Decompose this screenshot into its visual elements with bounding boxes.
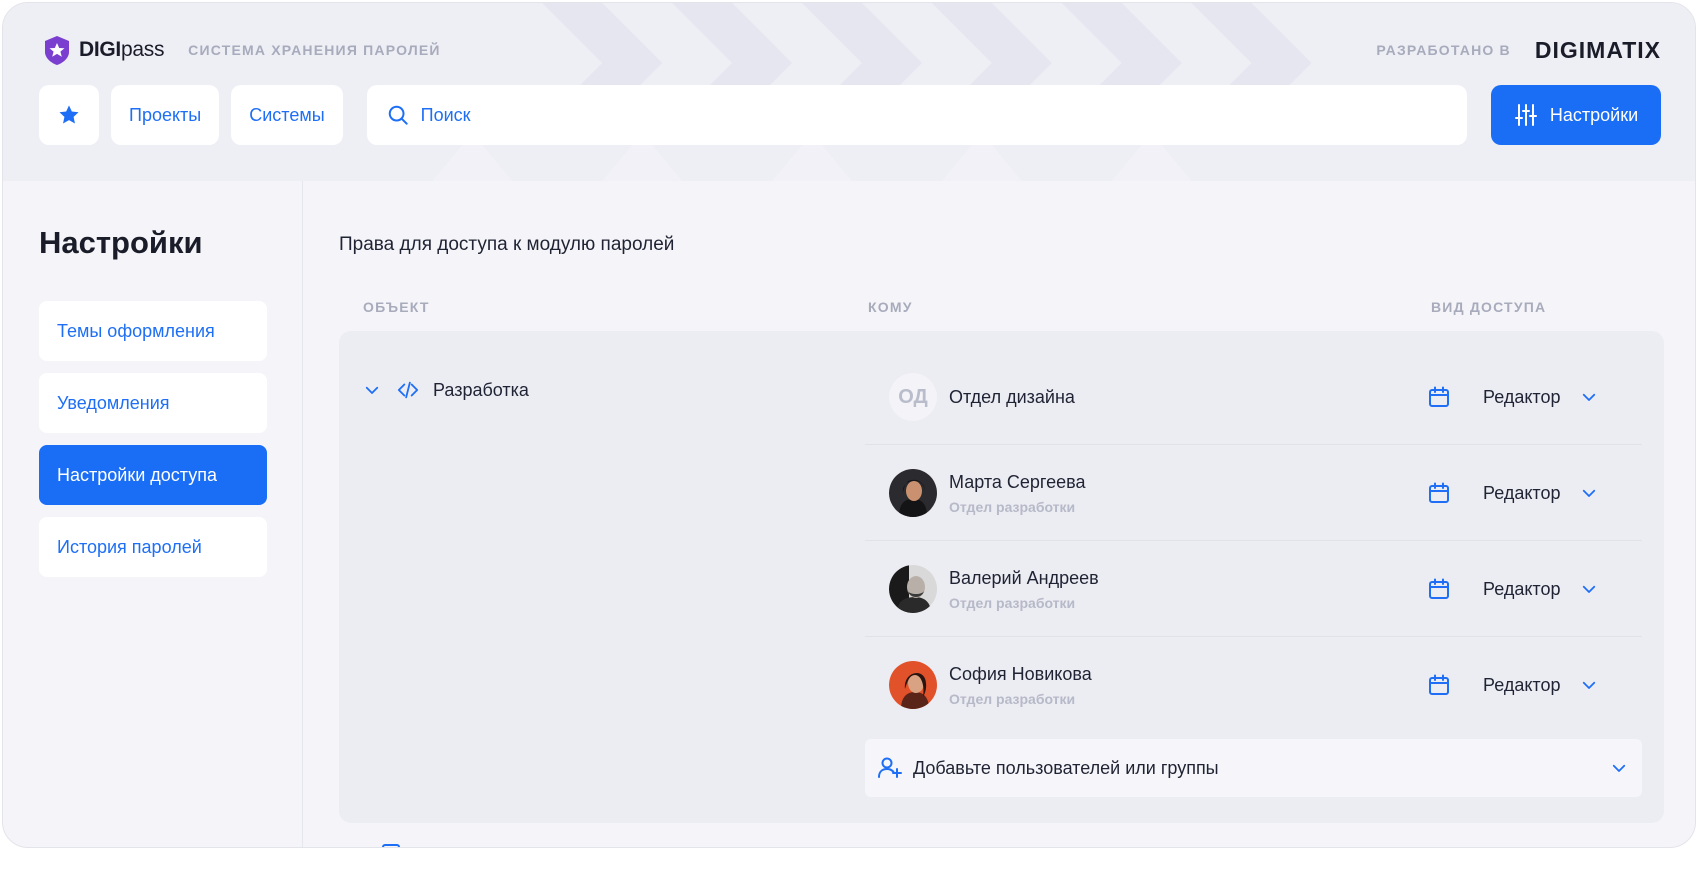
access-dropdown[interactable]: Редактор [1427,445,1598,541]
chevron-down-icon [1583,489,1596,497]
chevron-down-icon [1612,764,1626,772]
sliders-icon [1514,104,1537,126]
person-name: Валерий Андреев [949,567,1099,588]
sidebar-item-password-history[interactable]: История паролей [39,517,267,577]
developer-credit: РАЗРАБОТАНО В DIGIMATIX [1376,33,1661,67]
person-info: София Новикова Отдел разработки [949,664,1092,707]
projects-button[interactable]: Проекты [111,85,220,145]
table-row: ОД Отдел дизайна Редактор [865,349,1642,445]
header: DIGIpass СИСТЕМА ХРАНЕНИЯ ПАРОЛЕЙ РАЗРАБ… [3,3,1695,181]
access-panel: Разработка ОД Отдел дизайна Редактор Мар… [339,331,1664,823]
calendar-icon [1429,482,1449,503]
table-row: Валерий Андреев Отдел разработки Редакто… [865,541,1642,637]
brand-name: DIGIpass [79,38,165,61]
avatar [889,661,937,709]
access-value: Редактор [1483,386,1561,407]
sidebar-title: Настройки [39,225,203,260]
person-department: Отдел разработки [949,690,1076,707]
user-photo-icon [889,661,937,709]
person-department: Отдел разработки [949,594,1076,611]
search-input[interactable] [420,104,1447,126]
calendar-icon [1429,386,1449,407]
code-icon [397,381,419,399]
chevron-down-icon [1583,681,1596,689]
next-object-icon [382,844,400,847]
sidebar-item-access-settings[interactable]: Настройки доступа [39,445,267,505]
user-photo-icon [889,469,937,517]
person-name: Марта Сергеева [949,471,1086,492]
credit-brand-logo[interactable]: DIGIMATIX [1535,37,1661,64]
person-name: Отдел дизайна [949,386,1075,407]
calendar-icon [1429,674,1449,695]
person-department: Отдел разработки [949,498,1076,515]
chevron-down-icon [1583,585,1596,593]
object-label: Разработка [433,379,529,400]
access-value: Редактор [1483,674,1561,695]
avatar [889,469,937,517]
sidebar-item-themes[interactable]: Темы оформления [39,301,267,361]
object-group-toggle[interactable]: Разработка [363,375,529,405]
brand-subtitle: СИСТЕМА ХРАНЕНИЯ ПАРОЛЕЙ [188,42,441,58]
person-info: Отдел дизайна [949,387,1075,408]
toolbar: Проекты Системы Настройки [39,85,1661,145]
star-icon [59,105,79,124]
person-info: Валерий Андреев Отдел разработки [949,568,1099,611]
page-title: Права для доступа к модулю паролей [339,234,675,255]
table-row: София Новикова Отдел разработки Редактор [865,637,1642,733]
column-header-object: ОБЪЕКТ [363,299,430,315]
calendar-icon [1429,578,1449,599]
access-dropdown[interactable]: Редактор [1427,637,1598,733]
settings-button-label: Настройки [1549,104,1639,125]
add-users-label: Добавьте пользователей или группы [913,757,1219,778]
sidebar: Настройки Темы оформления Уведомления На… [3,181,303,847]
add-user-icon [878,757,902,778]
access-dropdown[interactable]: Редактор [1427,349,1598,445]
column-header-whom: КОМУ [868,299,913,315]
sidebar-item-notifications[interactable]: Уведомления [39,373,267,433]
avatar: ОД [889,373,937,421]
access-value: Редактор [1483,578,1561,599]
search-box[interactable] [366,85,1467,145]
systems-button[interactable]: Системы [231,85,343,145]
shield-star-logo-icon [45,36,69,65]
brand[interactable]: DIGIpass СИСТЕМА ХРАНЕНИЯ ПАРОЛЕЙ [41,33,441,67]
credit-label: РАЗРАБОТАНО В [1376,42,1511,58]
main-content: Права для доступа к модулю паролей ОБЪЕК… [303,181,1695,847]
access-value: Редактор [1483,482,1561,503]
access-dropdown[interactable]: Редактор [1427,541,1598,637]
person-info: Марта Сергеева Отдел разработки [949,472,1085,515]
chevron-down-icon [365,386,379,394]
app-window: DIGIpass СИСТЕМА ХРАНЕНИЯ ПАРОЛЕЙ РАЗРАБ… [2,2,1696,848]
settings-button[interactable]: Настройки [1491,85,1661,145]
add-users-dropdown[interactable]: Добавьте пользователей или группы [865,739,1642,797]
person-name: София Новикова [949,663,1092,684]
favorites-button[interactable] [39,85,99,145]
avatar [889,565,937,613]
chevron-down-icon [1583,393,1596,401]
search-icon [388,105,408,125]
column-header-access: ВИД ДОСТУПА [1431,299,1547,315]
user-photo-icon [889,565,937,613]
table-row: Марта Сергеева Отдел разработки Редактор [865,445,1642,541]
